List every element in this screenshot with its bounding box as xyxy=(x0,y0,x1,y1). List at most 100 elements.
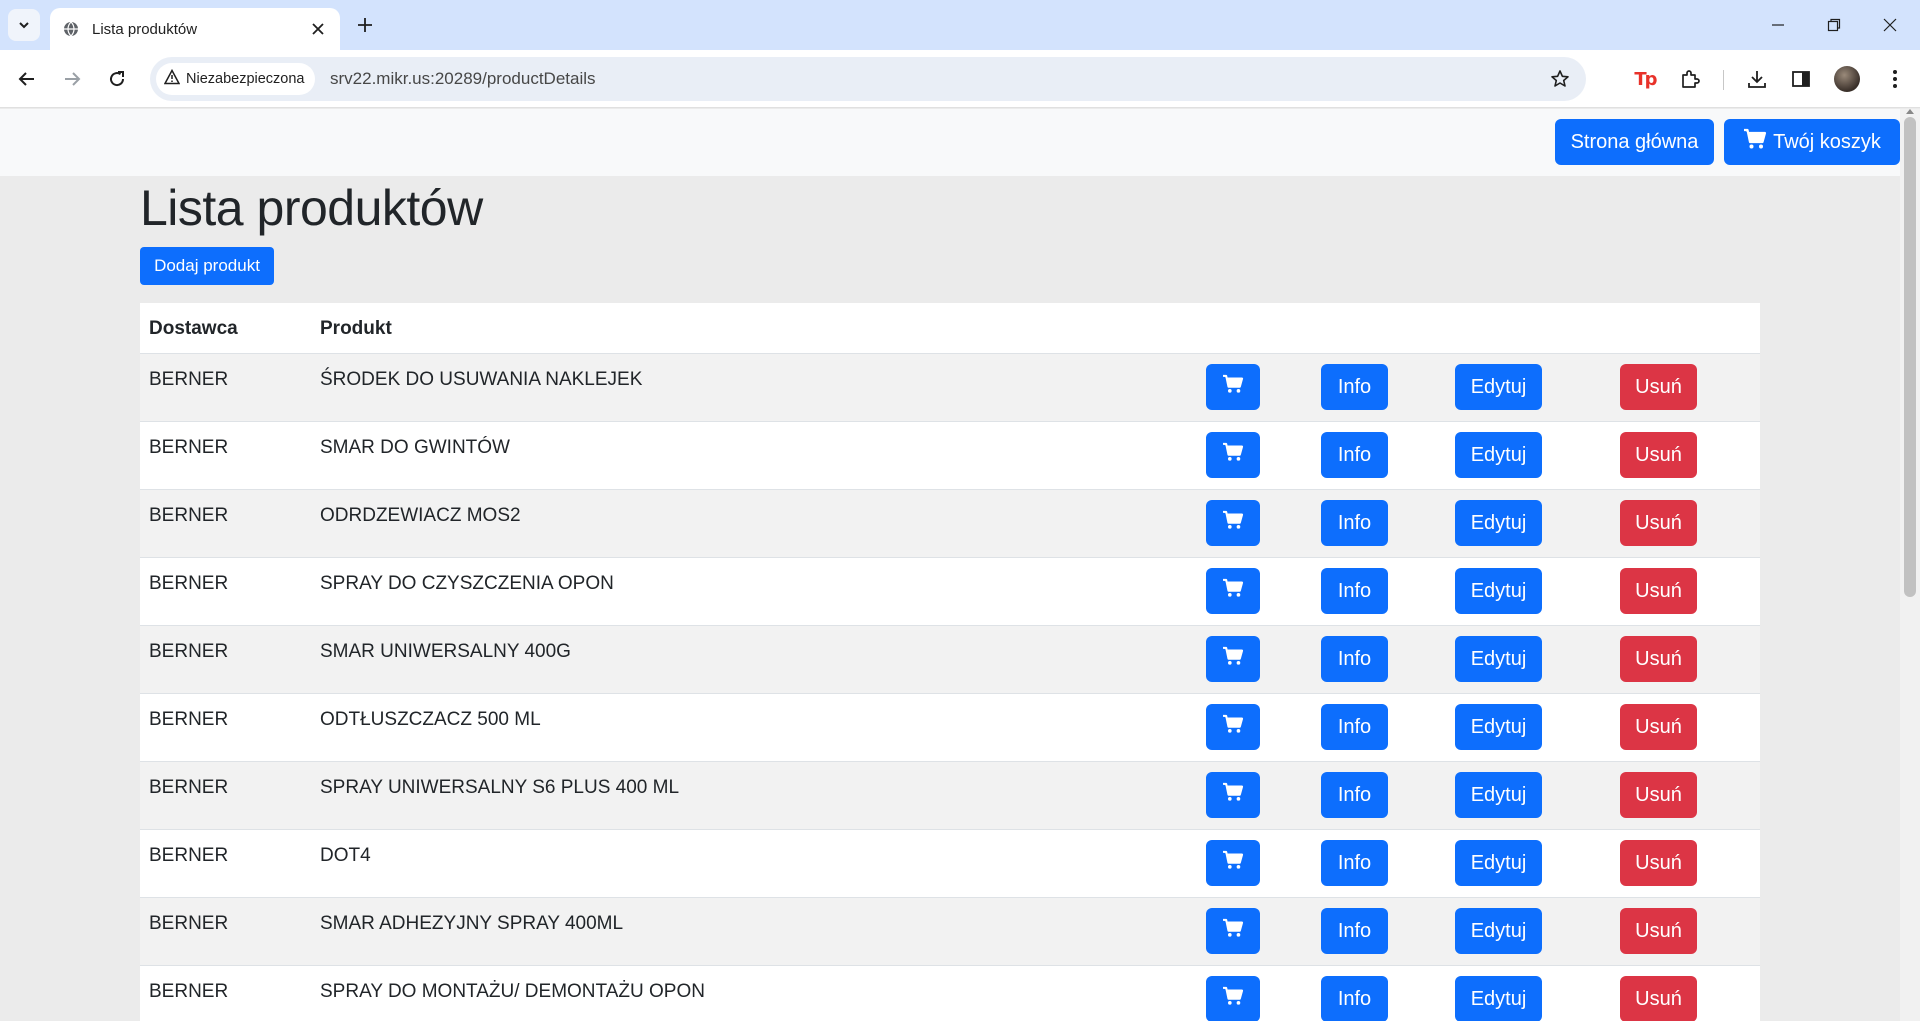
info-button[interactable]: Info xyxy=(1321,432,1388,478)
delete-button[interactable]: Usuń xyxy=(1620,500,1697,546)
add-to-cart-button[interactable] xyxy=(1206,908,1260,954)
add-to-cart-button[interactable] xyxy=(1206,976,1260,1021)
browser-tabbar: Lista produktów xyxy=(0,0,1920,50)
info-button[interactable]: Info xyxy=(1321,636,1388,682)
edit-button[interactable]: Edytuj xyxy=(1455,432,1542,478)
info-button[interactable]: Info xyxy=(1321,772,1388,818)
top-navbar: Strona główna Twój koszyk xyxy=(0,109,1900,176)
cart-icon xyxy=(1222,510,1244,536)
cart-icon xyxy=(1222,986,1244,1012)
restore-icon[interactable] xyxy=(1806,0,1862,50)
supplier-cell: BERNER xyxy=(149,845,229,866)
security-chip[interactable]: Niezabezpieczona xyxy=(156,63,315,95)
cart-icon xyxy=(1222,714,1244,740)
download-icon[interactable] xyxy=(1742,64,1772,94)
info-button[interactable]: Info xyxy=(1321,704,1388,750)
edit-button[interactable]: Edytuj xyxy=(1455,772,1542,818)
tab-search-icon[interactable] xyxy=(8,9,40,41)
edit-button[interactable]: Edytuj xyxy=(1455,908,1542,954)
edit-button[interactable]: Edytuj xyxy=(1455,568,1542,614)
info-button[interactable]: Info xyxy=(1321,500,1388,546)
product-cell: ŚRODEK DO USUWANIA NAKLEJEK xyxy=(320,369,643,390)
back-icon[interactable] xyxy=(10,62,44,96)
table-row: BERNER DOT4 Info Edytuj Usuń xyxy=(140,830,1760,898)
warning-icon xyxy=(163,68,181,90)
sidebar-icon[interactable] xyxy=(1786,64,1816,94)
add-to-cart-button[interactable] xyxy=(1206,364,1260,410)
product-cell: SPRAY DO CZYSZCZENIA OPON xyxy=(320,573,614,594)
header-supplier: Dostawca xyxy=(149,318,238,339)
supplier-cell: BERNER xyxy=(149,709,229,730)
product-cell: ODTŁUSZCZACZ 500 ML xyxy=(320,709,541,730)
add-to-cart-button[interactable] xyxy=(1206,840,1260,886)
tp-extension-icon[interactable]: Tp xyxy=(1630,64,1660,94)
add-to-cart-button[interactable] xyxy=(1206,500,1260,546)
edit-button[interactable]: Edytuj xyxy=(1455,704,1542,750)
globe-icon xyxy=(62,20,80,38)
table-header: Dostawca Produkt xyxy=(140,303,1760,354)
tab-title: Lista produktów xyxy=(92,20,198,38)
url-text[interactable]: srv22.mikr.us:20289/productDetails xyxy=(330,69,596,89)
product-cell: SPRAY DO MONTAŻU/ DEMONTAŻU OPON xyxy=(320,981,705,1002)
product-cell: SMAR UNIWERSALNY 400G xyxy=(320,641,571,662)
cart-nav-label: Twój koszyk xyxy=(1773,130,1881,153)
menu-icon[interactable] xyxy=(1880,64,1910,94)
product-cell: SPRAY UNIWERSALNY S6 PLUS 400 ML xyxy=(320,777,680,798)
minimize-icon[interactable] xyxy=(1750,0,1806,50)
add-to-cart-button[interactable] xyxy=(1206,636,1260,682)
supplier-cell: BERNER xyxy=(149,573,229,594)
add-to-cart-button[interactable] xyxy=(1206,568,1260,614)
browser-tab[interactable]: Lista produktów xyxy=(50,8,340,50)
cart-nav-button[interactable]: Twój koszyk xyxy=(1724,119,1900,165)
delete-button[interactable]: Usuń xyxy=(1620,636,1697,682)
table-row: BERNER ODTŁUSZCZACZ 500 ML Info Edytuj Usuń xyxy=(140,694,1760,762)
browser-toolbar: Niezabezpieczona srv22.mikr.us:20289/pro… xyxy=(0,50,1920,108)
cart-icon xyxy=(1222,442,1244,468)
home-button[interactable]: Strona główna xyxy=(1555,119,1714,165)
delete-button[interactable]: Usuń xyxy=(1620,840,1697,886)
info-button[interactable]: Info xyxy=(1321,568,1388,614)
scrollbar-thumb[interactable] xyxy=(1904,117,1916,597)
edit-button[interactable]: Edytuj xyxy=(1455,976,1542,1021)
info-button[interactable]: Info xyxy=(1321,364,1388,410)
info-button[interactable]: Info xyxy=(1321,976,1388,1021)
close-window-icon[interactable] xyxy=(1862,0,1918,50)
add-to-cart-button[interactable] xyxy=(1206,704,1260,750)
edit-button[interactable]: Edytuj xyxy=(1455,364,1542,410)
edit-button[interactable]: Edytuj xyxy=(1455,840,1542,886)
add-to-cart-button[interactable] xyxy=(1206,772,1260,818)
info-button[interactable]: Info xyxy=(1321,908,1388,954)
supplier-cell: BERNER xyxy=(149,913,229,934)
delete-button[interactable]: Usuń xyxy=(1620,772,1697,818)
supplier-cell: BERNER xyxy=(149,981,229,1002)
header-product: Produkt xyxy=(320,318,392,339)
table-row: BERNER SMAR DO GWINTÓW Info Edytuj Usuń xyxy=(140,422,1760,490)
close-icon[interactable] xyxy=(308,19,328,39)
table-row: BERNER ŚRODEK DO USUWANIA NAKLEJEK Info Edy… xyxy=(140,354,1760,422)
star-icon[interactable] xyxy=(1548,67,1572,91)
delete-button[interactable]: Usuń xyxy=(1620,976,1697,1021)
scroll-up-arrow[interactable] xyxy=(1906,109,1914,114)
avatar[interactable] xyxy=(1834,66,1860,92)
table-body: BERNER ŚRODEK DO USUWANIA NAKLEJEK Info Edy… xyxy=(140,354,1760,1021)
delete-button[interactable]: Usuń xyxy=(1620,908,1697,954)
delete-button[interactable]: Usuń xyxy=(1620,704,1697,750)
vertical-scrollbar[interactable] xyxy=(1900,109,1920,1021)
forward-icon[interactable] xyxy=(55,62,89,96)
edit-button[interactable]: Edytuj xyxy=(1455,500,1542,546)
add-product-button[interactable]: Dodaj produkt xyxy=(140,247,274,285)
info-button[interactable]: Info xyxy=(1321,840,1388,886)
reload-icon[interactable] xyxy=(100,62,134,96)
edit-button[interactable]: Edytuj xyxy=(1455,636,1542,682)
add-to-cart-button[interactable] xyxy=(1206,432,1260,478)
delete-button[interactable]: Usuń xyxy=(1620,364,1697,410)
delete-button[interactable]: Usuń xyxy=(1620,432,1697,478)
plus-icon[interactable] xyxy=(350,10,380,40)
cart-icon xyxy=(1743,128,1767,156)
address-bar[interactable]: Niezabezpieczona srv22.mikr.us:20289/pro… xyxy=(150,57,1586,101)
table-row: BERNER SPRAY UNIWERSALNY S6 PLUS 400 ML In… xyxy=(140,762,1760,830)
delete-button[interactable]: Usuń xyxy=(1620,568,1697,614)
extension-icon[interactable] xyxy=(1675,64,1705,94)
toolbar-divider xyxy=(1723,70,1724,90)
table-row: BERNER SPRAY DO CZYSZCZENIA OPON Info Edytu… xyxy=(140,558,1760,626)
